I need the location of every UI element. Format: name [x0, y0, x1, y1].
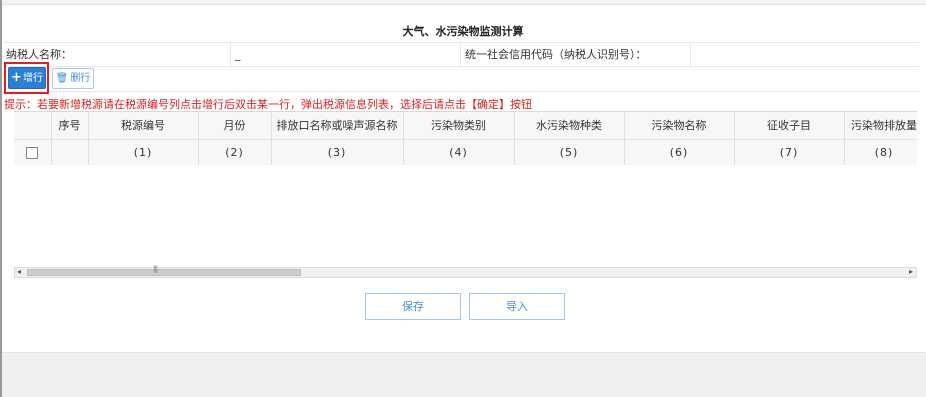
table-cell[interactable]: (4): [403, 139, 515, 165]
column-header[interactable]: 序号: [51, 112, 89, 140]
table-cell[interactable]: (5): [514, 139, 625, 165]
table-cell: [51, 139, 89, 165]
plus-icon: +: [11, 70, 22, 85]
page-title: 大气、水污染物监测计算: [402, 25, 524, 38]
import-button[interactable]: 导入: [469, 293, 565, 320]
scrollbar-thumb[interactable]: [27, 269, 301, 276]
table-cell[interactable]: (1): [88, 139, 199, 165]
scrollbar-grip-icon: |||: [153, 265, 158, 273]
credit-code-label: 统一社会信用代码（纳税人识别号）：: [465, 48, 647, 61]
taxpayer-name-value: _: [235, 48, 241, 61]
add-row-label: 增行: [22, 73, 43, 84]
trash-icon: 🗑: [55, 73, 69, 84]
delete-row-button[interactable]: 🗑 删行: [52, 68, 94, 89]
top-bar: [2, 0, 926, 5]
footer-area: [2, 352, 926, 397]
column-header[interactable]: 月份: [198, 112, 272, 140]
divider: [690, 43, 691, 67]
table-cell[interactable]: (6): [624, 139, 735, 165]
credit-code-value: [694, 43, 914, 67]
table-cell[interactable]: (7): [734, 139, 845, 165]
row-checkbox-cell: [14, 139, 52, 165]
row-checkbox[interactable]: [26, 147, 39, 159]
column-header[interactable]: 税源编号: [88, 112, 199, 140]
column-header[interactable]: 污染物排放量: [844, 112, 917, 140]
scroll-right-icon[interactable]: ▸: [909, 267, 913, 276]
table-cell[interactable]: (3): [271, 139, 404, 165]
table-header-row: 序号 税源编号 月份 排放口名称或噪声源名称 污染物类别 水污染物种类 污染物名…: [14, 112, 917, 140]
delete-row-label: 删行: [70, 73, 91, 84]
table-cell[interactable]: (8): [844, 139, 917, 165]
scroll-left-icon[interactable]: ◂: [17, 267, 21, 276]
taxpayer-info-row: 纳税人名称： _ 统一社会信用代码（纳税人识别号）：: [4, 42, 919, 67]
pollutant-table: 序号 税源编号 月份 排放口名称或噪声源名称 污染物类别 水污染物种类 污染物名…: [14, 111, 917, 165]
table-cell[interactable]: (2): [198, 139, 272, 165]
horizontal-scrollbar[interactable]: ◂ ||| ▸: [14, 265, 917, 278]
column-header[interactable]: 污染物名称: [624, 112, 735, 140]
hint-text: 提示：若要新增税源请在税源编号列点击增行后双击某一行，弹出税源信息列表，选择后请…: [4, 98, 532, 111]
table-row: (1) (2) (3) (4) (5) (6) (7) (8): [14, 139, 917, 165]
window-left-border: [0, 0, 2, 397]
divider: [460, 43, 461, 67]
column-header[interactable]: 征收子目: [734, 112, 845, 140]
save-button[interactable]: 保存: [365, 293, 461, 320]
column-header[interactable]: 水污染物种类: [514, 112, 625, 140]
column-header[interactable]: 污染物类别: [403, 112, 515, 140]
select-column-header: [14, 112, 52, 140]
divider: [230, 43, 231, 67]
toolbar: [4, 67, 919, 92]
column-header[interactable]: 排放口名称或噪声源名称: [271, 112, 404, 140]
add-row-button[interactable]: +增行: [8, 67, 46, 89]
